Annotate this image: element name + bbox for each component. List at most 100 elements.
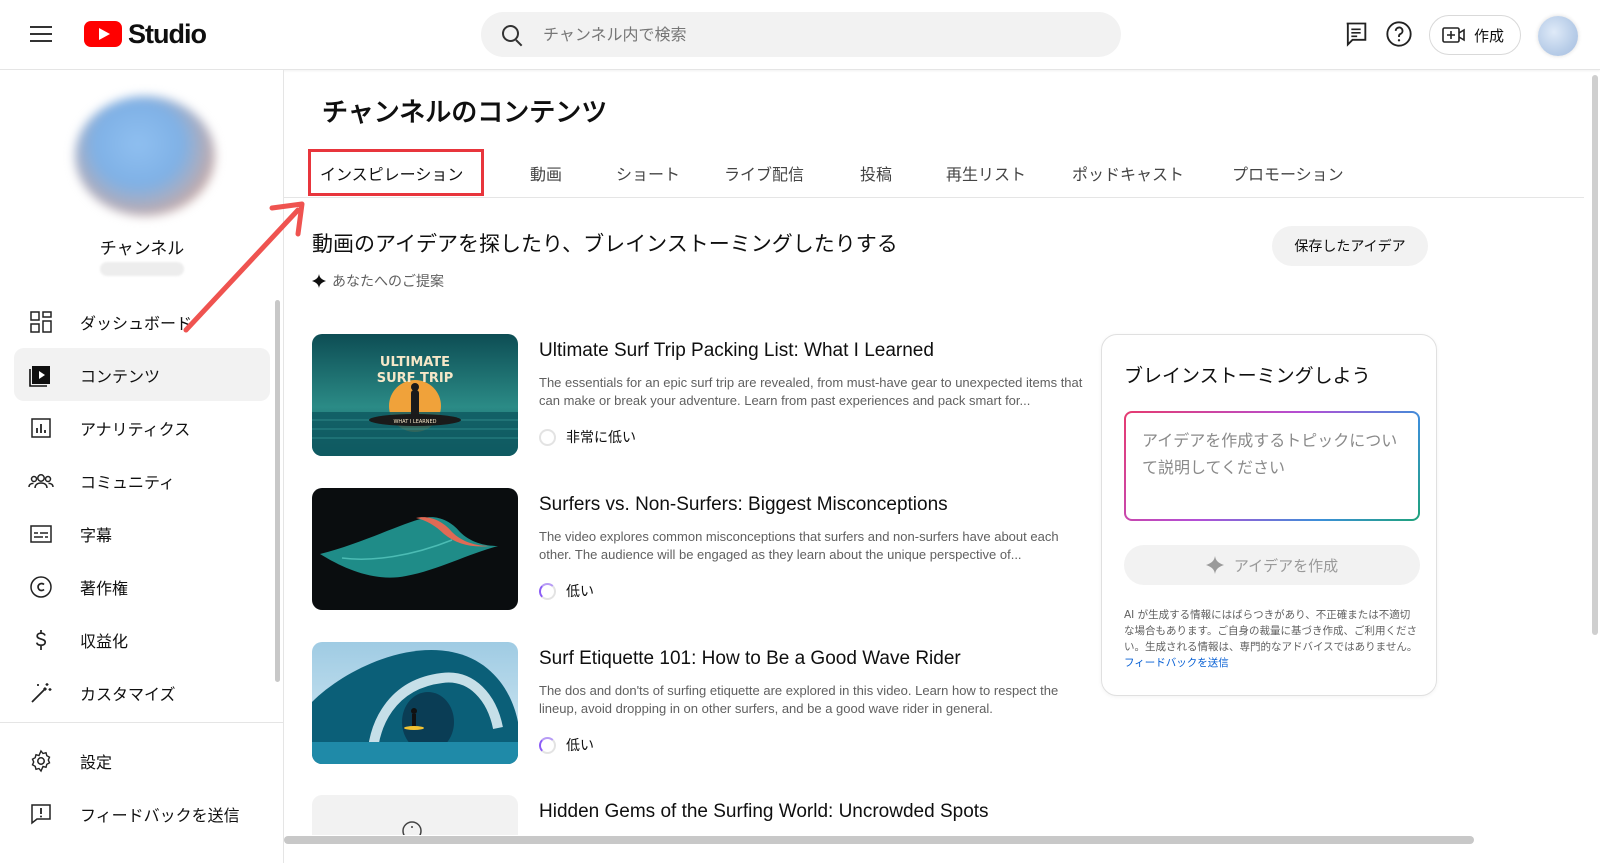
- sidebar-item-label: 字幕: [80, 525, 113, 545]
- content-icon: [28, 362, 54, 388]
- idea-card[interactable]: ULTIMATE SURF TRIP WHAT I LEARNED Ultima…: [312, 334, 1082, 456]
- sparkle-icon: [1205, 556, 1224, 574]
- create-label: 作成: [1474, 26, 1505, 45]
- sidebar-item-label: ダッシュボード: [80, 313, 193, 333]
- studio-logo[interactable]: Studio: [84, 18, 207, 50]
- generate-ideas-label: アイデアを作成: [1233, 556, 1339, 575]
- suggestions-text: あなたへのご提案: [332, 274, 444, 290]
- help-icon[interactable]: [1385, 20, 1413, 48]
- sidebar-item-monetization[interactable]: 収益化: [14, 613, 270, 666]
- tab-shorts[interactable]: ショート: [616, 148, 724, 198]
- search-icon[interactable]: [501, 24, 523, 46]
- channel-handle-blurred: [100, 262, 184, 276]
- sidebar-item-label: コミュニティ: [80, 472, 176, 492]
- idea-description: The video explores common misconceptions…: [539, 529, 1059, 562]
- brainstorm-topic-input[interactable]: [1126, 413, 1418, 519]
- idea-description: The essentials for an epic surf trip are…: [539, 375, 1083, 408]
- sidebar-item-label: 設定: [80, 752, 113, 772]
- customize-icon: [28, 680, 54, 706]
- sidebar-item-subtitles[interactable]: 字幕: [14, 507, 270, 560]
- vertical-scrollbar[interactable]: [1592, 75, 1598, 635]
- idea-title[interactable]: Surfers vs. Non-Surfers: Biggest Misconc…: [539, 494, 948, 516]
- sidebar-nav: ダッシュボード コンテンツ アナリティクス コミュニティ 字幕 著作権 収益化 …: [14, 295, 270, 719]
- top-bar: Studio 作成: [0, 0, 1600, 70]
- idea-card[interactable]: Surf Etiquette 101: How to Be a Good Wav…: [312, 642, 1082, 764]
- brainstorm-panel: ブレインストーミングしよう アイデアを作成 AI が生成する情報にはばらつきがあ…: [1101, 334, 1437, 696]
- level-ring-icon: [539, 428, 556, 446]
- inspiration-headline: 動画のアイデアを探したり、ブレインストーミングしたりする: [312, 232, 898, 256]
- brainstorm-input-frame: [1124, 411, 1420, 521]
- thumb-text-board: WHAT I LEARNED: [393, 419, 436, 425]
- sidebar-bottom-nav: 設定 フィードバックを送信: [14, 734, 270, 840]
- create-button[interactable]: 作成: [1429, 15, 1521, 55]
- send-feedback-link[interactable]: フィードバックを送信: [1124, 657, 1229, 669]
- sidebar-item-analytics[interactable]: アナリティクス: [14, 401, 270, 454]
- tabs-divider: [284, 197, 1584, 198]
- tab-playlists[interactable]: 再生リスト: [946, 148, 1072, 198]
- idea-thumbnail[interactable]: [312, 642, 518, 764]
- annotation-arrow: [183, 201, 305, 333]
- comments-icon[interactable]: [1342, 20, 1370, 48]
- tab-posts[interactable]: 投稿: [860, 148, 946, 198]
- sidebar-divider: [0, 722, 284, 723]
- sidebar-item-customize[interactable]: カスタマイズ: [14, 666, 270, 719]
- saved-ideas-button[interactable]: 保存したアイデア: [1272, 226, 1428, 266]
- search-bar[interactable]: [481, 12, 1121, 57]
- sidebar-item-label: カスタマイズ: [80, 684, 176, 704]
- sidebar-item-settings[interactable]: 設定: [14, 734, 270, 787]
- idea-level-label: 非常に低い: [566, 430, 636, 446]
- sidebar: チャンネル ダッシュボード コンテンツ アナリティクス コミュニティ 字幕 著作…: [0, 70, 284, 863]
- sidebar-item-label: 著作権: [80, 578, 129, 598]
- level-ring-icon: [539, 582, 556, 600]
- horizontal-scrollbar[interactable]: [284, 836, 1474, 844]
- sidebar-scrollbar[interactable]: [275, 300, 280, 682]
- copyright-icon: [28, 574, 54, 600]
- inspiration-tab-highlight-box: [308, 149, 484, 196]
- idea-card[interactable]: Hidden Gems of the Surfing World: Uncrow…: [312, 795, 1082, 835]
- ai-disclaimer: AI が生成する情報にはばらつきがあり、不正確または不適切な場合もあります。ご自…: [1124, 607, 1420, 671]
- suggestions-label: あなたへのご提案: [312, 271, 444, 291]
- create-video-icon: [1442, 27, 1465, 43]
- tab-live[interactable]: ライブ配信: [724, 148, 860, 198]
- idea-level-label: 低い: [566, 584, 594, 600]
- analytics-icon: [28, 415, 54, 441]
- account-avatar[interactable]: [1538, 16, 1578, 56]
- level-ring-icon: [539, 736, 556, 754]
- sidebar-item-label: 収益化: [80, 631, 129, 651]
- idea-title[interactable]: Surf Etiquette 101: How to Be a Good Wav…: [539, 648, 961, 670]
- main-content: チャンネルのコンテンツ インスピレーション 動画 ショート ライブ配信 投稿 再…: [284, 70, 1600, 863]
- idea-title[interactable]: Hidden Gems of the Surfing World: Uncrow…: [539, 801, 989, 823]
- sidebar-item-feedback[interactable]: フィードバックを送信: [14, 787, 270, 840]
- sidebar-item-content[interactable]: コンテンツ: [14, 348, 270, 401]
- idea-thumbnail-placeholder[interactable]: [312, 795, 518, 835]
- ai-disclaimer-text: AI が生成する情報にはばらつきがあり、不正確または不適切な場合もあります。ご自…: [1124, 609, 1418, 653]
- idea-level: 低い: [539, 735, 594, 755]
- monetization-icon: [28, 627, 54, 653]
- tab-promotions[interactable]: プロモーション: [1232, 148, 1362, 198]
- idea-description: The dos and don'ts of surfing etiquette …: [539, 683, 1059, 716]
- sidebar-item-community[interactable]: コミュニティ: [14, 454, 270, 507]
- youtube-logo-icon: [84, 21, 122, 47]
- gear-icon: [28, 748, 54, 774]
- sidebar-item-label: コンテンツ: [80, 366, 161, 386]
- idea-thumbnail[interactable]: ULTIMATE SURF TRIP WHAT I LEARNED: [312, 334, 518, 456]
- idea-level-label: 低い: [566, 738, 594, 754]
- search-input[interactable]: [543, 25, 1063, 44]
- brainstorm-title: ブレインストーミングしよう: [1124, 365, 1371, 387]
- dashboard-icon: [28, 309, 54, 335]
- logo-text: Studio: [128, 18, 207, 49]
- sidebar-item-label: フィードバックを送信: [80, 805, 240, 825]
- menu-icon[interactable]: [28, 22, 54, 48]
- sidebar-item-copyright[interactable]: 著作権: [14, 560, 270, 613]
- idea-level: 低い: [539, 581, 594, 601]
- idea-thumbnail[interactable]: [312, 488, 518, 610]
- subtitles-icon: [28, 521, 54, 547]
- feedback-icon: [28, 801, 54, 827]
- tab-videos[interactable]: 動画: [530, 148, 616, 198]
- sidebar-item-label: アナリティクス: [80, 419, 191, 439]
- page-title: チャンネルのコンテンツ: [322, 98, 608, 128]
- idea-title[interactable]: Ultimate Surf Trip Packing List: What I …: [539, 340, 934, 362]
- tab-podcasts[interactable]: ポッドキャスト: [1072, 148, 1232, 198]
- generate-ideas-button[interactable]: アイデアを作成: [1124, 545, 1420, 585]
- idea-card[interactable]: Surfers vs. Non-Surfers: Biggest Misconc…: [312, 488, 1082, 610]
